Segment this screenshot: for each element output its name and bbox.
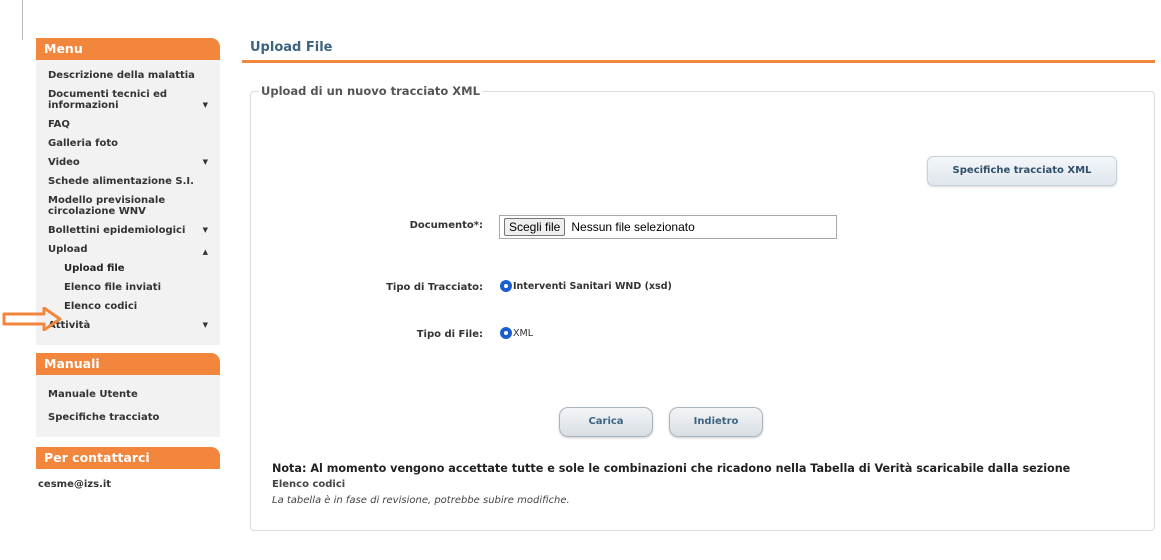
carica-button[interactable]: Carica [559,407,653,437]
elenco-codici-link[interactable]: Elenco codici [272,479,1152,490]
chevron-up-icon[interactable]: ▲ [203,247,208,258]
tipo-tracciato-label: Tipo di Tracciato: [386,282,483,293]
title-divider [242,60,1155,63]
choose-file-button[interactable]: Scegli file [504,218,566,236]
menu-header: Menu [36,38,220,60]
sidebar-item-galleria[interactable]: Galleria foto [36,134,220,153]
sidebar-subitem-elenco-codici[interactable]: Elenco codici [36,297,220,316]
sidebar-item-manuale-utente[interactable]: Manuale Utente [36,385,220,408]
sidebar-item-upload[interactable]: Upload ▲ [36,240,220,259]
sidebar-item-documenti[interactable]: Documenti tecnici ed informazioni ▼ [36,85,220,115]
contact-email[interactable]: cesme@izs.it [36,469,220,490]
sidebar-item-video[interactable]: Video ▼ [36,153,220,172]
radio-selected-icon[interactable] [500,327,512,339]
documento-label: Documento*: [409,220,483,231]
sidebar-item-schede[interactable]: Schede alimentazione S.I. [36,172,220,191]
note-main-text: Nota: Al momento vengono accettate tutte… [272,462,1071,475]
tipo-tracciato-radio-row[interactable]: Interventi Sanitari WND (xsd) [500,280,672,292]
note-section: Nota: Al momento vengono accettate tutte… [272,462,1152,506]
manuali-header: Manuali [36,353,220,375]
tipo-file-label: Tipo di File: [416,329,483,340]
sidebar-item-attivita[interactable]: Attività ▼ [36,316,220,335]
tipo-file-option[interactable]: XML [513,328,533,339]
main-content: Upload File Upload di un nuovo tracciato… [242,38,1155,531]
chevron-down-icon[interactable]: ▼ [203,157,208,168]
chevron-down-icon[interactable]: ▼ [203,100,208,111]
sidebar-item-descrizione[interactable]: Descrizione della malattia [36,66,220,85]
file-input[interactable]: Scegli file Nessun file selezionato [499,215,837,239]
page-title: Upload File [250,40,333,55]
sidebar-item-specifiche-tracciato[interactable]: Specifiche tracciato [36,408,220,427]
tipo-file-radio-row[interactable]: XML [500,327,533,339]
tipo-tracciato-option[interactable]: Interventi Sanitari WND (xsd) [513,281,672,292]
sidebar-subitem-upload-file[interactable]: Upload file [36,259,220,278]
sidebar: Menu Descrizione della malattia Document… [36,38,220,490]
fieldset-legend: Upload di un nuovo tracciato XML [259,84,482,98]
radio-selected-icon[interactable] [500,280,512,292]
manuali-panel: Manuale Utente Specifiche tracciato [36,375,220,437]
upload-fieldset: Upload di un nuovo tracciato XML Specifi… [250,84,1155,531]
left-edge-line [22,0,23,40]
indietro-button[interactable]: Indietro [669,407,763,437]
note-italic-text: La tabella è in fase di revisione, potre… [272,495,570,506]
sidebar-subitem-elenco-file[interactable]: Elenco file inviati [36,278,220,297]
sidebar-item-faq[interactable]: FAQ [36,115,220,134]
sidebar-item-modello[interactable]: Modello previsionale circolazione WNV [36,191,220,221]
arrow-right-icon [2,307,62,331]
chevron-down-icon[interactable]: ▼ [203,225,208,236]
contact-header: Per contattarci [36,447,220,469]
menu-panel: Descrizione della malattia Documenti tec… [36,60,220,345]
chevron-down-icon[interactable]: ▼ [203,320,208,331]
file-status: Nessun file selezionato [571,220,695,234]
sidebar-item-bollettini[interactable]: Bollettini epidemiologici ▼ [36,221,220,240]
spec-xml-button[interactable]: Specifiche tracciato XML [927,156,1117,186]
